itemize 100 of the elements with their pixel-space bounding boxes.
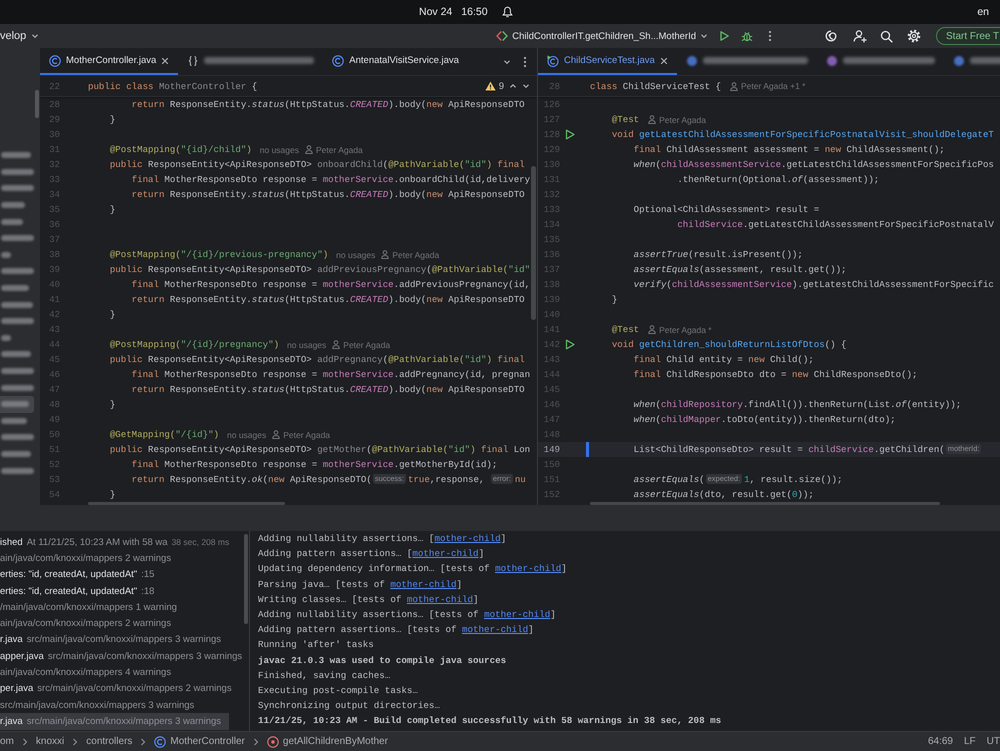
module-link[interactable]: mother-child (462, 624, 528, 636)
author-name[interactable]: Peter Agada (283, 430, 330, 440)
bug-icon[interactable] (741, 30, 753, 42)
tree-row[interactable]: ished At 11/21/25, 10:23 AM with 58 wa 38 sec, 208 ms (0, 534, 234, 550)
code-line: @PostMapping("/{id}/pregnancy") (110, 339, 280, 350)
breadcrumb-item[interactable]: getAllChildrenByMother (266, 736, 388, 748)
usages-hint[interactable]: no usages (336, 250, 376, 260)
chevron-down-icon (31, 32, 40, 40)
blurred-text (1, 185, 34, 192)
author-name[interactable]: Peter Agada (316, 144, 363, 154)
breadcrumb-item[interactable]: MotherController (154, 736, 245, 748)
module-link[interactable]: mother-child (434, 533, 501, 544)
usages-hint[interactable]: no usages (260, 144, 299, 154)
author-name[interactable]: Peter Agada +1 * (740, 81, 806, 91)
code-line: @Test (612, 114, 640, 125)
module-link[interactable]: mother-child (412, 548, 479, 560)
blurred-text (1, 368, 34, 374)
console-line: Synchronizing output directories… (258, 699, 440, 714)
code-line: public ResponseEntity<ApiResponseDTO> getMother(@PathVariable("id") final Lon (110, 444, 530, 455)
code-line: verify(childAssessmentService).getLatestChildAssessmentForSpecific (634, 279, 994, 290)
chevron-down-icon[interactable] (522, 82, 530, 90)
tree-row[interactable]: ain/java/com/knoxxi/mappers 4 warnings (0, 664, 180, 681)
console-line: 11/21/25, 10:23 AM - Build completed successfully with 58 warnings in 38 sec, 208 ms (258, 714, 722, 728)
code-line: Optional<ChildAssessment> result = (634, 204, 820, 215)
settings-icon[interactable] (907, 29, 921, 43)
close-icon[interactable] (161, 56, 170, 64)
language-indicator[interactable]: en (977, 6, 989, 18)
tree-row[interactable]: /main/java/com/knoxxi/mappers 1 warning (0, 599, 185, 616)
chevron-right-icon (140, 738, 146, 746)
method-icon (266, 736, 279, 748)
scrollbar[interactable] (35, 90, 39, 118)
person-icon (305, 145, 313, 154)
tree-row[interactable]: apper.java src/main/java/com/knoxxi/mappers 3 warnings (0, 648, 249, 664)
file-encoding[interactable]: UT (986, 736, 1000, 747)
tree-row[interactable]: ain/java/com/knoxxi/mappers 2 warnings (0, 550, 180, 567)
code-line: assertTrue(result.isPresent()); (634, 249, 803, 260)
code-line: final MotherResponseDto response = motherService.getMotherById(id); (132, 459, 498, 470)
code-line: } (110, 309, 116, 320)
swirl-icon[interactable] (824, 29, 838, 43)
code-line: return ResponseEntity.status(HttpStatus.CREATED).body(new ApiResponseDTO (132, 294, 525, 305)
add-user-icon[interactable] (853, 29, 867, 43)
kebab-menu-icon[interactable] (523, 56, 527, 68)
tree-row[interactable]: r.java src/main/java/com/knoxxi/mappers 3 warnings (0, 713, 230, 730)
code-line: public ResponseEntity<ApiResponseDTO> onboardChild(@PathVariable("id") final (110, 159, 525, 170)
breadcrumb-item[interactable]: controllers (86, 736, 132, 747)
chevron-up-icon[interactable] (509, 82, 517, 90)
blurred-text (1, 418, 27, 424)
blurred-text (1, 468, 34, 474)
blurred-text (1, 434, 34, 440)
caret-position[interactable]: 64:69 (928, 736, 953, 747)
tree-row[interactable]: r.java src/main/java/com/knoxxi/mappers 3 warnings (0, 632, 230, 648)
play-icon[interactable] (718, 30, 730, 42)
problems-indicator[interactable]: 9 (484, 80, 504, 92)
bell-icon[interactable] (502, 6, 513, 18)
kebab-menu-icon[interactable] (768, 30, 772, 42)
tree-row[interactable]: erties: "id, createdAt, updatedAt" :15 (0, 566, 162, 583)
code-line: } (110, 489, 116, 500)
disc-icon (686, 54, 698, 66)
usages-hint[interactable]: no usages (227, 430, 266, 440)
usages-hint[interactable]: no usages (287, 340, 326, 350)
trial-button[interactable]: Start Free T (936, 27, 1000, 45)
code-line: when(childAssessmentService.getLatestChildAssessmentForSpecificPos (634, 159, 994, 170)
person-icon (272, 430, 280, 439)
breadcrumb-item[interactable]: knoxxi (36, 736, 64, 747)
console-line: Writing classes… [tests of mother-child] (258, 592, 479, 607)
play-icon[interactable] (565, 339, 575, 350)
tree-row[interactable]: src/main/java/com/knoxxi/mappers 3 warnings (0, 696, 202, 714)
author-name[interactable]: Peter Agada (659, 114, 706, 124)
breadcrumb-item[interactable]: om (0, 736, 14, 747)
braces-icon (187, 54, 200, 66)
module-link[interactable]: mother-child (390, 578, 456, 590)
editor-tab[interactable]: MotherController.java (40, 48, 178, 75)
chevron-down-icon[interactable] (503, 58, 511, 66)
tree-row[interactable]: erties: "id, createdAt, updatedAt" :18 (0, 582, 162, 600)
tree-row[interactable]: ain/java/com/knoxxi/mappers 2 warnings (0, 615, 180, 632)
branch-button[interactable]: velop (0, 30, 40, 42)
blurred-text (1, 384, 34, 391)
code-line: @Test (612, 324, 640, 335)
chevron-right-icon (22, 738, 28, 746)
module-link[interactable]: mother-child (484, 608, 550, 620)
close-icon[interactable] (660, 56, 668, 64)
author-name[interactable]: Peter Agada (343, 340, 390, 350)
module-link[interactable]: mother-child (495, 563, 562, 574)
editor-tab[interactable]: ChildServiceTest.java (538, 48, 677, 75)
code-line: class ChildServiceTest { (590, 80, 721, 92)
run-configuration-button[interactable]: ChildControllerIT.getChildren_Sh...MotherId (496, 30, 708, 42)
console-line: Parsing java… [tests of mother-child] (258, 578, 462, 592)
scrollbar[interactable] (531, 166, 536, 320)
class-icon (154, 736, 166, 748)
search-icon[interactable] (880, 30, 893, 42)
project-item[interactable] (0, 396, 34, 412)
module-link[interactable]: mother-child (406, 594, 474, 605)
tree-row[interactable]: per.java src/main/java/com/knoxxi/mappers 2 warnings (0, 680, 240, 697)
line-separator[interactable]: LF (964, 736, 976, 747)
class-icon (49, 54, 61, 66)
editor-tab[interactable]: AntenatalVisitService.java (323, 48, 468, 75)
blurred-text (1, 285, 29, 292)
author-name[interactable]: Peter Agada * (659, 324, 712, 334)
author-name[interactable]: Peter Agada (392, 250, 440, 260)
play-icon[interactable] (565, 129, 575, 140)
